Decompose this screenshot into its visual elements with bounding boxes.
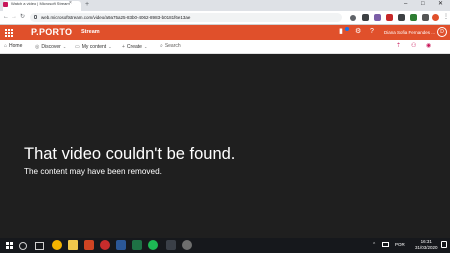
notification-badge (345, 27, 349, 31)
chevron-down-icon: ⌄ (108, 44, 112, 49)
tray-chevron-icon[interactable]: ⌃ (372, 242, 376, 248)
language-indicator[interactable]: POR (395, 242, 405, 248)
new-tab-button[interactable]: + (85, 0, 89, 9)
windows-start-icon[interactable] (6, 242, 13, 249)
app-launcher-icon[interactable] (5, 29, 13, 37)
clock-date: 31/03/2020 (415, 245, 438, 250)
extension-icon[interactable] (386, 14, 393, 21)
notifications-icon[interactable]: ▮ (339, 27, 343, 37)
porto-logo[interactable]: P.PORTO (31, 27, 72, 38)
close-window-button[interactable]: ✕ (438, 0, 443, 9)
file-explorer-icon[interactable] (68, 240, 78, 250)
clock[interactable]: 16:31 31/03/2020 (415, 239, 438, 251)
search-icon: ⌕ (160, 43, 163, 49)
task-view-icon[interactable] (35, 242, 44, 250)
back-icon[interactable]: ← (3, 11, 9, 24)
stream-favicon-icon (3, 2, 8, 7)
forward-icon[interactable]: → (11, 11, 17, 24)
excel-icon[interactable] (132, 240, 142, 250)
help-icon[interactable]: ? (370, 27, 374, 37)
extension-icon[interactable] (398, 14, 405, 21)
extension-icon[interactable] (362, 14, 369, 21)
nav-my-content[interactable]: ▭ My content ⌄ (75, 40, 112, 53)
battery-icon[interactable] (382, 242, 389, 247)
discover-icon: ◎ (35, 44, 40, 50)
word-icon[interactable] (116, 240, 126, 250)
lock-icon[interactable] (34, 15, 37, 19)
maximize-button[interactable]: □ (421, 0, 425, 9)
nav-discover[interactable]: ◎ Discover ⌄ (35, 40, 66, 53)
home-icon: ⌂ (4, 43, 8, 49)
plus-icon: + (122, 44, 125, 50)
chevron-down-icon: ⌄ (143, 44, 148, 49)
nav-my-content-label: My content (81, 44, 107, 50)
profile-avatar[interactable] (432, 14, 439, 21)
url-text[interactable]: web.microsoftstream.com/video/a9a75a25-8… (41, 14, 190, 21)
people-icon[interactable]: ⚇ (411, 40, 416, 53)
extension-icon[interactable] (410, 14, 417, 21)
nav-discover-label: Discover (41, 44, 61, 50)
app-icon[interactable] (182, 240, 192, 250)
chevron-down-icon: ⌄ (62, 44, 67, 49)
search-box[interactable]: ⌕ Search (160, 40, 181, 53)
app-icon[interactable] (166, 240, 176, 250)
minimize-button[interactable]: – (404, 0, 407, 9)
nav-create[interactable]: + Create ⌄ (122, 40, 147, 53)
upload-icon[interactable]: ⇡ (396, 40, 401, 53)
stream-subnav (0, 40, 450, 54)
extension-icon[interactable] (374, 14, 381, 21)
record-icon[interactable]: ◉ (426, 40, 431, 53)
nav-create-label: Create (126, 44, 142, 50)
spotify-icon[interactable] (148, 240, 158, 250)
nav-home-label: Home (9, 43, 23, 49)
extension-icon[interactable] (422, 14, 429, 21)
search-icon[interactable] (19, 242, 27, 250)
error-subtitle: The content may have been removed. (24, 167, 162, 176)
tab-close-icon[interactable]: × (69, 0, 72, 6)
star-icon[interactable] (350, 15, 356, 21)
search-placeholder: Search (164, 43, 181, 49)
powerpoint-icon[interactable] (84, 240, 94, 250)
avatar[interactable]: D (437, 27, 447, 37)
nav-home[interactable]: ⌂ Home (4, 40, 22, 53)
app-icon[interactable] (100, 240, 110, 250)
settings-icon[interactable]: ⚙ (355, 27, 361, 37)
action-center-icon[interactable] (441, 241, 447, 248)
app-name[interactable]: Stream (81, 28, 100, 37)
browser-menu-icon[interactable]: ⋮ (443, 11, 449, 24)
folder-icon: ▭ (75, 44, 80, 50)
user-name[interactable]: Diana Sofia Fernandes ... (384, 29, 435, 36)
chrome-icon[interactable] (52, 240, 62, 250)
error-title: That video couldn't be found. (24, 145, 236, 163)
reload-icon[interactable]: ↻ (20, 11, 25, 24)
tab-title: Watch a video | Microsoft Stream (11, 1, 70, 6)
